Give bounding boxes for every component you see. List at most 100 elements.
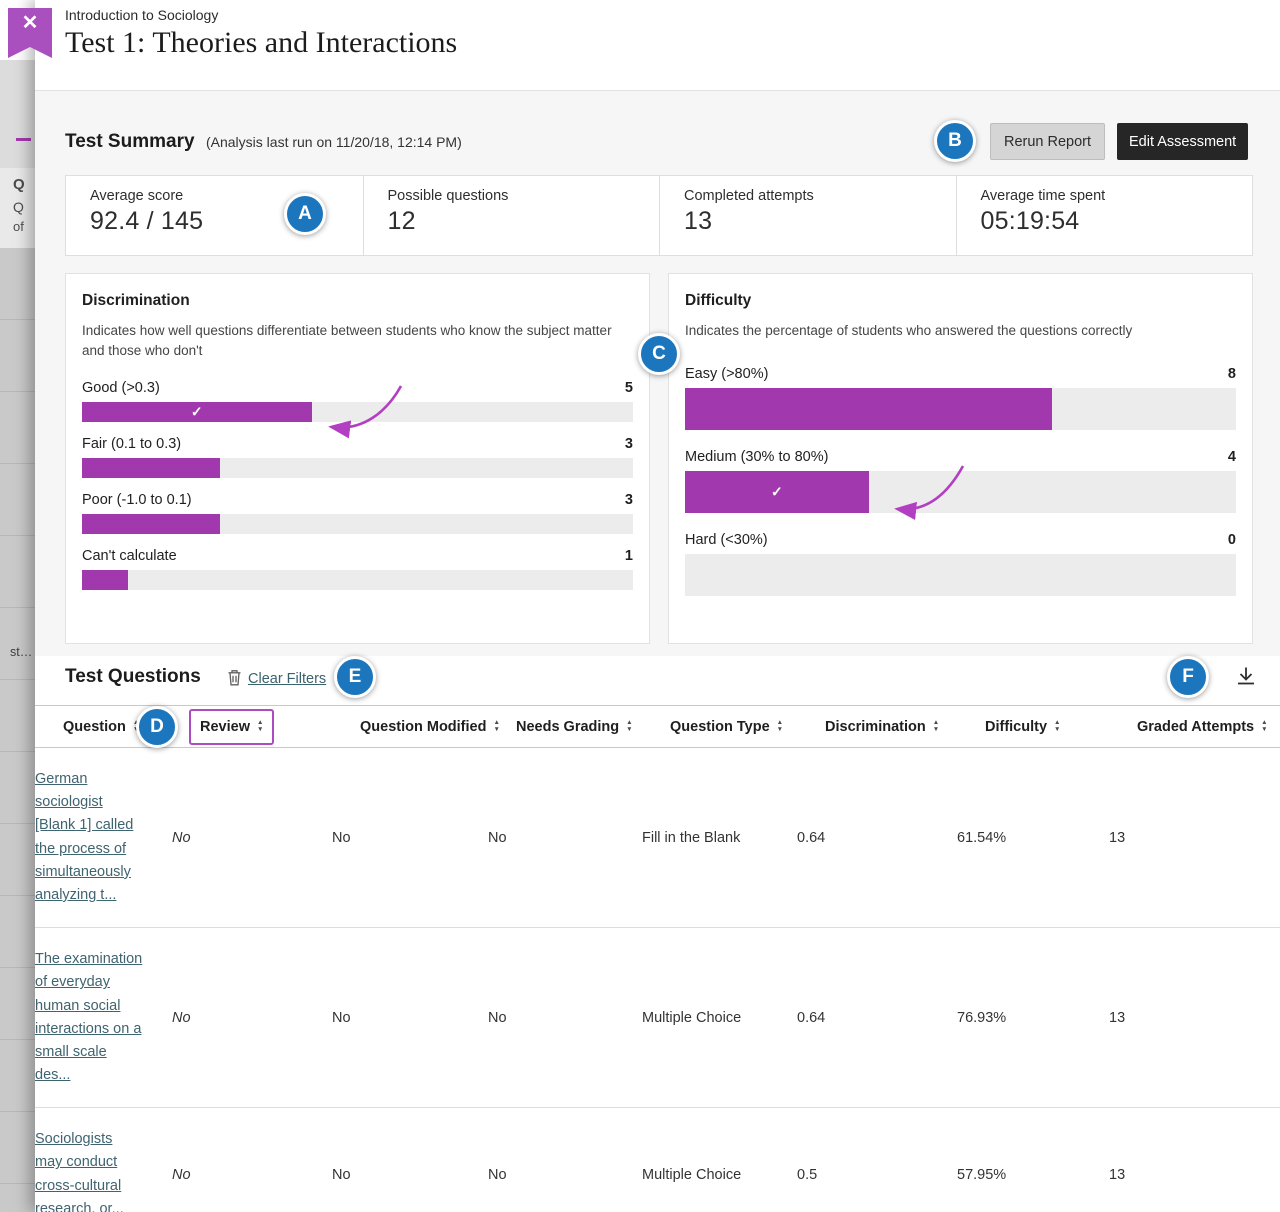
discrimination-panel: Discrimination Indicates how well questi… (65, 273, 650, 644)
difficulty-panel: Difficulty Indicates the percentage of s… (668, 273, 1253, 644)
column-label: Needs Grading (516, 719, 619, 735)
column-label: Review (200, 719, 250, 735)
background-band (0, 60, 35, 168)
table-body: German sociologist [Blank 1] called the … (35, 748, 1280, 1212)
column-label: Discrimination (825, 719, 926, 735)
question-link[interactable]: The examination of everyday human social… (35, 948, 143, 1087)
page-title: Test 1: Theories and Interactions (65, 26, 457, 60)
course-name: Introduction to Sociology (65, 7, 218, 23)
sort-icon[interactable]: ▲▼ (933, 720, 939, 734)
bar-group: Fair (0.1 to 0.3)3 (82, 436, 633, 478)
cell-question-type: Multiple Choice (642, 1167, 797, 1183)
column-label: Question Modified (360, 719, 486, 735)
stat-value: 12 (388, 207, 642, 236)
annotation-a: A (284, 193, 326, 235)
question-link[interactable]: German sociologist [Blank 1] called the … (35, 768, 143, 907)
analysis-timestamp: (Analysis last run on 11/20/18, 12:14 PM… (206, 134, 462, 150)
column-label: Difficulty (985, 719, 1047, 735)
column-label: Graded Attempts (1137, 719, 1254, 735)
cell-difficulty: 57.95% (957, 1167, 1109, 1183)
sort-icon[interactable]: ▲▼ (626, 720, 632, 734)
bar-group: Medium (30% to 80%)4✓ (685, 449, 1236, 513)
bar-value: 1 (625, 548, 633, 564)
cell-question-modified: No (332, 1010, 488, 1026)
sort-icon[interactable]: ▲▼ (777, 720, 783, 734)
bar-fill (82, 514, 220, 534)
table-row: The examination of everyday human social… (35, 928, 1280, 1108)
stat-possible-questions: Possible questions 12 (363, 176, 660, 255)
stat-completed-attempts: Completed attempts 13 (659, 176, 956, 255)
assessment-analysis-panel: Introduction to Sociology Test 1: Theori… (35, 0, 1280, 1212)
clear-filters-link[interactable]: Clear Filters (227, 669, 326, 689)
background-text-fragment: Q (13, 176, 35, 193)
panel-description: Indicates how well questions differentia… (82, 321, 633, 362)
screen: Q Q of st… ✕ Introduction to Sociology T… (0, 0, 1280, 1212)
column-header-discrimination[interactable]: Discrimination ▲▼ (825, 719, 939, 735)
cell-review: No (172, 1167, 332, 1183)
download-icon[interactable] (1229, 660, 1263, 694)
stat-value: 13 (684, 207, 938, 236)
column-header-review[interactable]: Review ▲▼ (189, 709, 274, 745)
bar-group: Can't calculate1 (82, 548, 633, 590)
bar-group: Good (>0.3)5✓ (82, 380, 633, 422)
bar-group: Hard (<30%)0 (685, 532, 1236, 596)
cell-question-type: Fill in the Blank (642, 830, 797, 846)
bar-group: Easy (>80%) 8 (685, 366, 1236, 430)
cell-difficulty: 76.93% (957, 1010, 1109, 1026)
question-link[interactable]: Sociologists may conduct cross-cultural … (35, 1128, 143, 1212)
table-row: Sociologists may conduct cross-cultural … (35, 1108, 1280, 1212)
cell-graded-attempts: 13 (1109, 1167, 1240, 1183)
annotation-b: B (934, 120, 976, 162)
bar-value: 8 (1228, 366, 1236, 382)
cell-question-type: Multiple Choice (642, 1010, 797, 1026)
cell-review: No (172, 1010, 332, 1026)
background-text-fragment: Q (13, 199, 35, 215)
stat-label: Completed attempts (684, 188, 938, 204)
sort-icon[interactable]: ▲▼ (493, 720, 499, 734)
panel-description: Indicates the percentage of students who… (685, 321, 1236, 341)
cell-review: No (172, 830, 332, 846)
close-icon[interactable]: ✕ (8, 13, 52, 33)
background-tab-indicator (16, 138, 31, 141)
summary-stats: Average score 92.4 / 145 Possible questi… (65, 175, 1253, 256)
annotation-f: F (1167, 656, 1209, 698)
column-label: Question Type (670, 719, 770, 735)
cell-needs-grading: No (488, 1167, 642, 1183)
discrimination-bars: Good (>0.3)5✓ Fair (0.1 to 0.3)3 Poor (-1.… (82, 380, 633, 590)
sort-icon[interactable]: ▲▼ (1054, 720, 1060, 734)
column-header-difficulty[interactable]: Difficulty ▲▼ (985, 719, 1060, 735)
column-header-graded-attempts[interactable]: Graded Attempts ▲▼ (1137, 719, 1268, 735)
bar-fill: ✓ (685, 471, 869, 513)
column-header-needs-grading[interactable]: Needs Grading ▲▼ (516, 719, 633, 735)
cell-graded-attempts: 13 (1109, 830, 1240, 846)
cell-question-modified: No (332, 830, 488, 846)
bar-label: Good (>0.3) (82, 380, 160, 396)
table-row: German sociologist [Blank 1] called the … (35, 748, 1280, 928)
column-header-question-modified[interactable]: Question Modified ▲▼ (360, 719, 500, 735)
sort-icon[interactable]: ▲▼ (1261, 720, 1267, 734)
cell-needs-grading: No (488, 830, 642, 846)
bar-label: Fair (0.1 to 0.3) (82, 436, 181, 452)
bar-label: Poor (-1.0 to 0.1) (82, 492, 192, 508)
difficulty-bars: Easy (>80%) 8 Medium (30% to 80%)4✓ Hard (<… (685, 366, 1236, 596)
test-questions-heading: Test Questions (65, 666, 201, 688)
column-header-question-type[interactable]: Question Type ▲▼ (670, 719, 783, 735)
background-page-strip: Q Q of st… (0, 0, 35, 1212)
edit-assessment-button[interactable]: Edit Assessment (1117, 123, 1248, 160)
background-text-fragment: st… (10, 645, 32, 659)
bar-track (685, 388, 1236, 430)
annotation-e: E (334, 656, 376, 698)
stat-label: Possible questions (388, 188, 642, 204)
panel-title: Difficulty (685, 292, 1236, 310)
bar-label: Easy (>80%) (685, 366, 768, 382)
column-header-question[interactable]: Question▲▼ (63, 719, 139, 735)
bar-fill (685, 388, 1052, 430)
bar-track (82, 514, 633, 534)
rerun-report-button[interactable]: Rerun Report (990, 123, 1105, 160)
check-icon: ✓ (771, 484, 783, 501)
table-header-row: Question▲▼Review▲▼Question Modified▲▼Nee… (35, 705, 1280, 748)
bar-track: ✓ (82, 402, 633, 422)
bar-track: ✓ (685, 471, 1236, 513)
sort-icon[interactable]: ▲▼ (257, 720, 263, 734)
test-summary-heading-row: Test Summary (Analysis last run on 11/20… (65, 131, 462, 153)
